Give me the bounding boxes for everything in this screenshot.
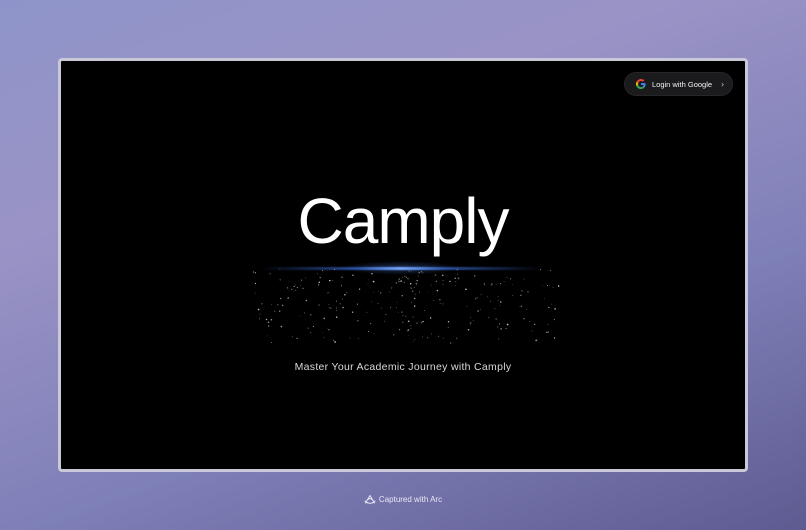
hero-subtitle: Master Your Academic Journey with Camply <box>294 361 512 373</box>
login-button-label: Login with Google <box>652 79 713 89</box>
capture-footer: Captured with Arc <box>0 494 806 505</box>
hero-title: Camply <box>297 185 510 257</box>
footer-label: Captured with Arc <box>378 495 443 504</box>
sparkle-particles <box>252 268 560 344</box>
arc-icon <box>364 494 376 505</box>
chevron-right-icon: › <box>721 79 725 89</box>
app-window: Login with Google › Camply Master Your A… <box>58 58 748 472</box>
google-icon <box>636 79 646 89</box>
login-with-google-button[interactable]: Login with Google › <box>624 72 733 96</box>
